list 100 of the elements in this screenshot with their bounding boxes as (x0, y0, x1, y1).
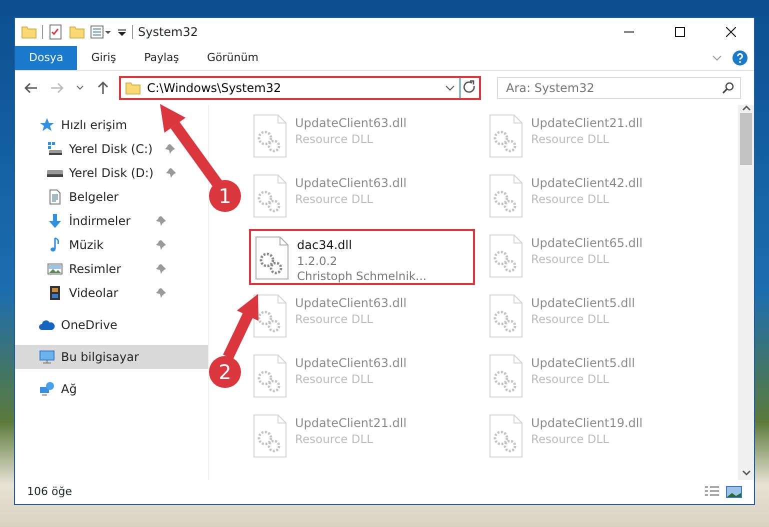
file-item[interactable]: UpdateClient19.dll Resource DLL (485, 409, 711, 465)
drive-icon (47, 170, 63, 176)
file-gears-icon (489, 294, 523, 338)
file-detail: Resource DLL (531, 312, 610, 327)
file-gears-icon (255, 236, 289, 280)
sidebar-item[interactable]: Belgeler (15, 185, 174, 209)
ribbon-tab[interactable]: Giriş (77, 46, 130, 70)
file-item[interactable]: UpdateClient5.dll Resource DLL (485, 289, 711, 345)
callout-arrow (223, 294, 258, 360)
file-gears-icon (489, 114, 523, 158)
ribbon-tab[interactable]: Paylaş (130, 46, 193, 70)
chevron-down-icon[interactable] (712, 55, 722, 61)
chevron-down-icon[interactable] (76, 85, 84, 91)
drive-icon (47, 141, 63, 157)
file-name: UpdateClient19.dll (531, 415, 643, 432)
file-detail: Resource DLL (531, 432, 610, 447)
file-name: UpdateClient42.dll (531, 175, 643, 192)
file-name: UpdateClient63.dll (295, 295, 407, 312)
file-item[interactable]: UpdateClient5.dll Resource DLL (485, 349, 711, 405)
file-name: UpdateClient63.dll (295, 115, 407, 132)
sidebar-item[interactable]: Yerel Disk (C:) (15, 137, 174, 161)
file-item[interactable]: UpdateClient42.dll Resource DLL (485, 169, 711, 225)
sidebar-item[interactable]: İndirmeler (15, 209, 174, 233)
file-detail: Christoph Schmelnik... (297, 268, 427, 284)
back-arrow-icon[interactable] (24, 81, 38, 95)
file-item[interactable]: UpdateClient63.dll Resource DLL (249, 349, 475, 405)
file-name: dac34.dll (297, 237, 353, 254)
address-bar[interactable]: C:\Windows\System32 (119, 76, 481, 100)
sidebar-item[interactable]: Hızlı erişim (15, 113, 208, 137)
file-name: UpdateClient21.dll (531, 115, 643, 132)
sidebar-item[interactable]: Müzik (15, 233, 174, 257)
file-item[interactable]: UpdateClient21.dll Resource DLL (485, 109, 711, 165)
file-item[interactable]: dac34.dll 1.2.0.2 Christoph Schmelnik... (249, 229, 475, 285)
file-item[interactable]: UpdateClient65.dll Resource DLL (485, 229, 711, 285)
file-gears-icon (253, 174, 287, 218)
search-icon[interactable] (722, 82, 734, 94)
folder-icon (125, 80, 141, 96)
maximize-icon[interactable] (675, 27, 685, 37)
dropdown-icon[interactable] (117, 27, 127, 37)
file-detail: Resource DLL (295, 312, 374, 327)
document-icon (47, 189, 63, 205)
dropdown-chevron-icon[interactable] (445, 85, 455, 91)
file-detail: Resource DLL (295, 432, 374, 447)
file-detail: Resource DLL (531, 252, 610, 267)
close-icon[interactable] (726, 27, 736, 37)
file-item[interactable]: UpdateClient63.dll Resource DLL (249, 109, 475, 165)
monitor-icon (39, 349, 55, 365)
file-detail: 1.2.0.2 (297, 254, 338, 269)
sidebar-item[interactable]: Resimler (15, 257, 174, 281)
file-gears-icon (489, 234, 523, 278)
pin-icon[interactable] (166, 168, 176, 178)
file-gears-icon (489, 414, 523, 458)
step-number-badge: 2 (209, 356, 241, 388)
up-arrow-icon[interactable] (96, 81, 110, 95)
sidebar-item[interactable]: OneDrive (15, 313, 208, 337)
file-name: UpdateClient5.dll (531, 355, 635, 372)
pin-icon[interactable] (156, 288, 166, 298)
file-detail: Resource DLL (531, 372, 610, 387)
sidebar-label: Hızlı erişim (61, 117, 128, 134)
sidebar-item[interactable]: Bu bilgisayar (15, 345, 208, 369)
pin-icon[interactable] (156, 240, 166, 250)
file-gears-icon (253, 294, 287, 338)
file-item[interactable]: UpdateClient63.dll Resource DLL (249, 289, 475, 345)
download-arrow-icon (47, 213, 63, 229)
sidebar-label: Ağ (61, 381, 77, 398)
search-bar[interactable]: Ara: System32 (497, 77, 741, 99)
step-number-badge: 1 (209, 180, 241, 212)
file-name: UpdateClient63.dll (295, 175, 407, 192)
item-count: 106 öğe (27, 484, 72, 500)
scroll-up-icon[interactable] (742, 105, 750, 111)
window-title: System32 (138, 24, 198, 41)
pin-icon[interactable] (156, 216, 166, 226)
pin-icon[interactable] (164, 144, 175, 154)
file-detail: Resource DLL (295, 132, 374, 147)
file-item[interactable]: UpdateClient63.dll Resource DLL (249, 169, 475, 225)
checklist-icon[interactable] (48, 24, 64, 40)
scrollbar[interactable] (738, 105, 754, 480)
sidebar-label: Yerel Disk (D:) (69, 165, 154, 182)
sidebar-label: Belgeler (69, 189, 119, 206)
sidebar-item[interactable]: Ağ (15, 377, 208, 401)
scroll-down-icon[interactable] (742, 470, 750, 476)
properties-icon[interactable] (90, 24, 112, 40)
large-icons-view-icon[interactable] (726, 485, 742, 499)
sidebar-label: OneDrive (61, 317, 118, 334)
network-icon (39, 381, 55, 397)
sidebar-label: Yerel Disk (C:) (69, 141, 153, 158)
ribbon-tab[interactable]: Görünüm (193, 46, 272, 70)
pin-icon[interactable] (156, 264, 166, 274)
picture-icon (47, 261, 63, 277)
sidebar-label: Resimler (69, 261, 122, 278)
file-detail: Resource DLL (295, 372, 374, 387)
sidebar-item[interactable]: Yerel Disk (D:) (15, 161, 174, 185)
scroll-thumb[interactable] (740, 113, 752, 165)
sidebar-label: Bu bilgisayar (61, 349, 139, 366)
file-gears-icon (253, 414, 287, 458)
ribbon-tab[interactable]: Dosya (15, 46, 78, 70)
file-item[interactable]: UpdateClient21.dll Resource DLL (249, 409, 475, 465)
help-icon[interactable] (732, 50, 748, 66)
sidebar-item[interactable]: Videolar (15, 281, 174, 305)
sidebar-label: İndirmeler (69, 213, 131, 230)
